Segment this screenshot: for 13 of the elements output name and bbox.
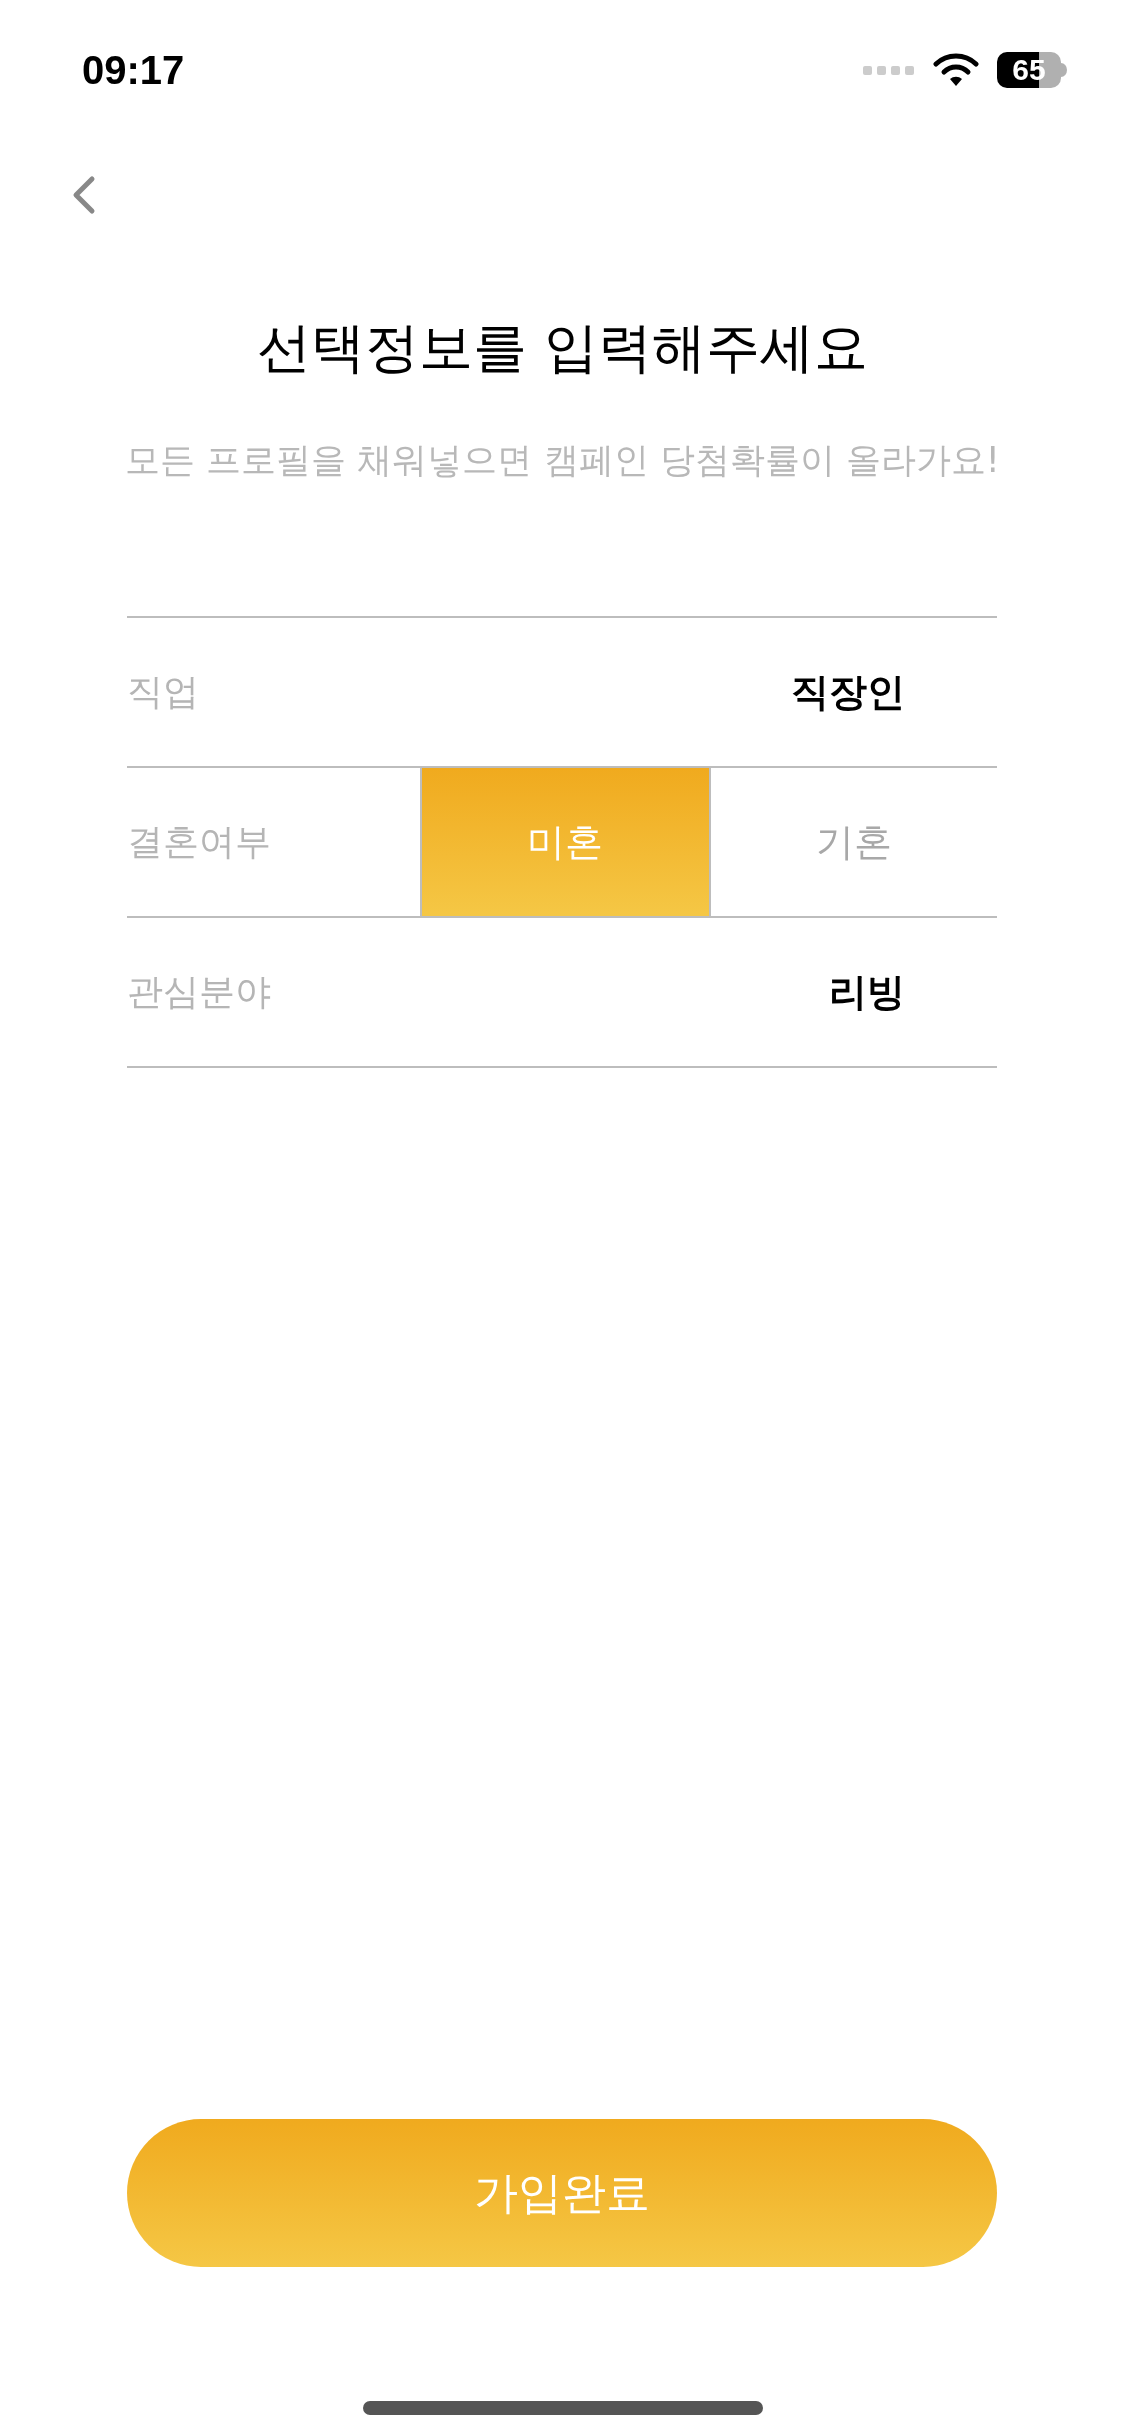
wifi-icon — [933, 53, 979, 87]
submit-button[interactable]: 가입완료 — [127, 2119, 997, 2267]
field-value[interactable]: 직장인 — [791, 666, 905, 718]
battery-tip-icon — [1061, 63, 1067, 77]
status-time: 09:17 — [82, 47, 185, 93]
field-label: 관심분야 — [127, 969, 271, 1014]
page-title: 선택정보를 입력해주세요 — [255, 315, 870, 381]
segment-option[interactable]: 미혼 — [420, 768, 711, 916]
field-label: 결혼여부 — [127, 819, 271, 864]
page-subtitle: 모든 프로필을 채워넣으면 캠페인 당첨확률이 올라가요! — [124, 439, 1001, 482]
field-value[interactable]: 리빙 — [829, 966, 905, 1018]
signal-icon — [863, 64, 915, 76]
field-label: 직업 — [127, 669, 199, 714]
